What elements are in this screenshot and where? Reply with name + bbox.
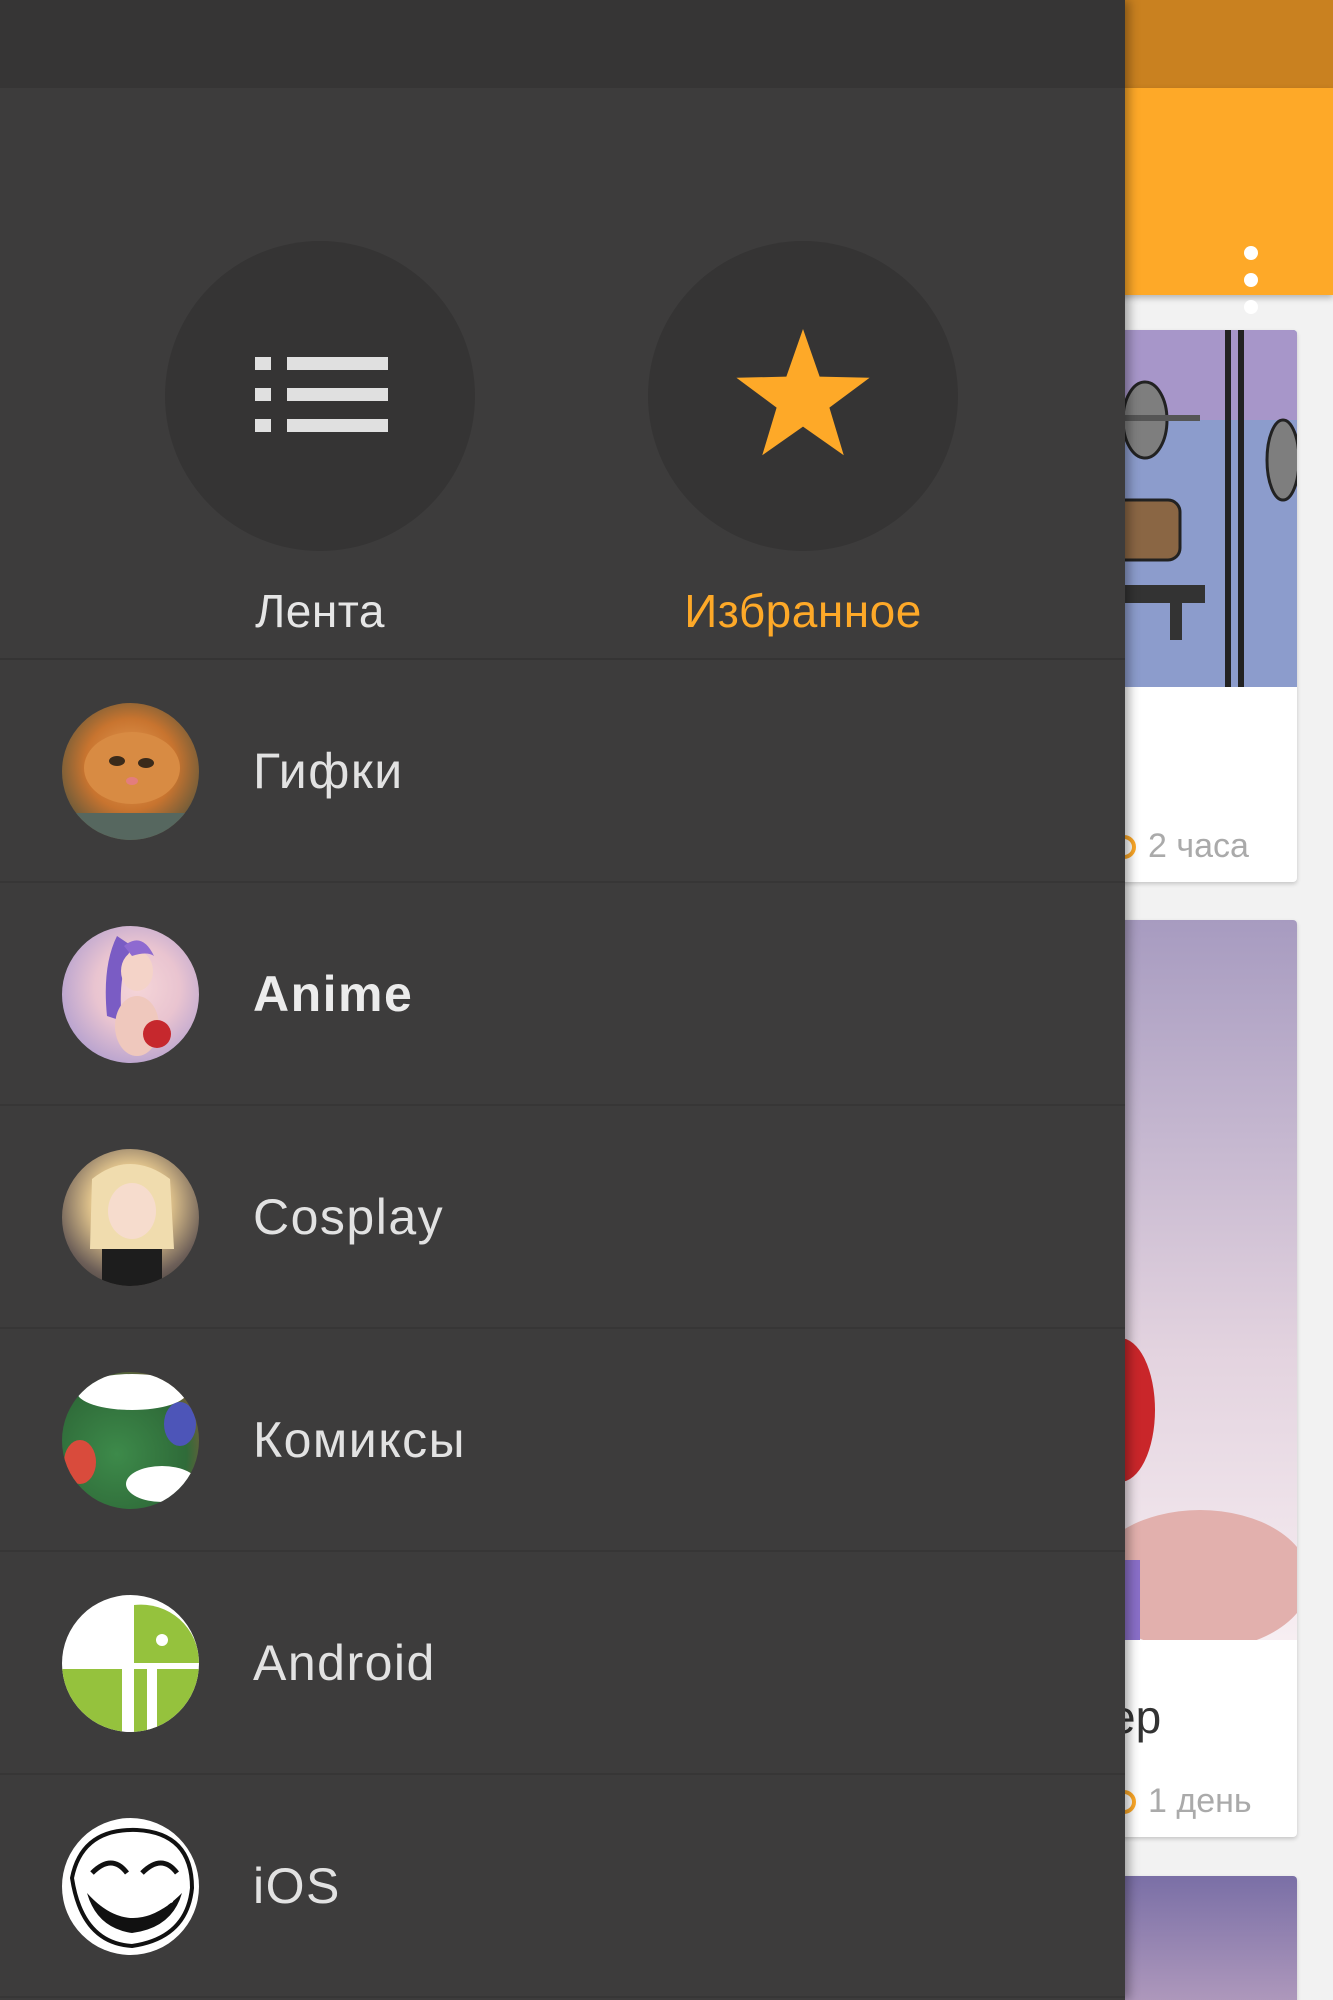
cosplay-avatar (62, 1149, 199, 1286)
post-image (1100, 920, 1297, 1650)
post-card[interactable]: 2 часа (1100, 330, 1297, 882)
category-label: Комиксы (253, 1412, 467, 1468)
category-item-ios[interactable]: iOS (0, 1775, 1125, 1998)
post-time: 2 часа (1148, 827, 1249, 865)
star-icon (736, 329, 870, 456)
category-label: Android (253, 1635, 436, 1691)
feed-label: Лента (255, 585, 385, 637)
post-image (1100, 330, 1297, 687)
category-item-anime[interactable]: Anime (0, 883, 1125, 1106)
post-card[interactable]: ер 1 день (1100, 920, 1297, 1837)
category-label: Cosplay (253, 1189, 445, 1245)
android-avatar (62, 1595, 199, 1732)
feed-button-circle (165, 241, 475, 551)
list-icon (255, 357, 388, 432)
comics-avatar (62, 1372, 199, 1509)
post-image (1100, 1876, 1297, 2000)
anime-avatar (62, 926, 199, 1063)
favorites-button-circle (648, 241, 958, 551)
category-label: iOS (253, 1858, 341, 1914)
favorites-button[interactable]: Избранное (648, 241, 958, 661)
category-item-comics[interactable]: Комиксы (0, 1329, 1125, 1552)
cat-avatar (62, 703, 199, 840)
category-label: Anime (253, 966, 414, 1022)
trollface-avatar (62, 1818, 199, 1955)
feed-button[interactable]: Лента (165, 241, 475, 661)
category-label: Гифки (253, 743, 404, 799)
drawer-header: Лента Избранное (0, 88, 1125, 660)
post-card[interactable] (1100, 1876, 1297, 2000)
more-vertical-icon[interactable] (1230, 238, 1272, 322)
favorites-label: Избранное (684, 585, 922, 637)
category-item-gifs[interactable]: Гифки (0, 660, 1125, 883)
drawer-status-bar (0, 0, 1125, 88)
category-item-android[interactable]: Android (0, 1552, 1125, 1775)
navigation-drawer: Лента Избранное Гифки Anime Cosplay Коми… (0, 0, 1125, 2000)
category-item-cosplay[interactable]: Cosplay (0, 1106, 1125, 1329)
category-list: Гифки Anime Cosplay Комиксы Android iOS (0, 660, 1125, 1998)
post-time: 1 день (1148, 1782, 1252, 1820)
